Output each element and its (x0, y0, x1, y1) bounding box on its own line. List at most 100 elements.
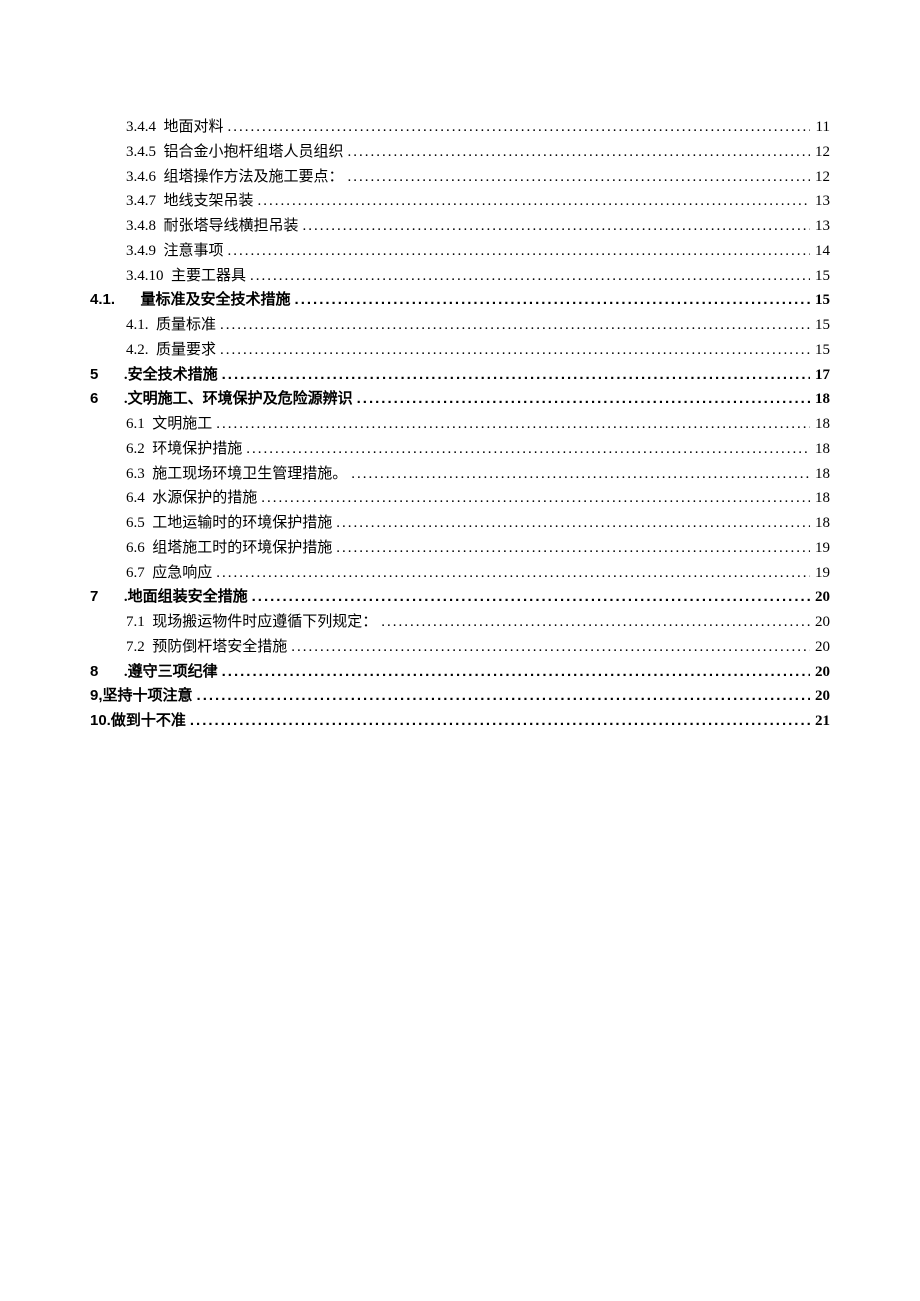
toc-entry-title: .安全技术措施 (124, 367, 218, 383)
toc-entry-label: 7.1 现场搬运物件时应遵循下列规定： (126, 610, 377, 635)
toc-page-number: 15 (810, 313, 830, 338)
toc-entry-label: 3.4.6组塔操作方法及施工要点： (126, 165, 344, 190)
toc-page-number: 20 (810, 585, 830, 610)
toc-entry-title: 铝合金小抱杆组塔人员组织 (164, 144, 344, 160)
toc-leader (347, 462, 810, 487)
toc-page-number: 18 (810, 511, 830, 536)
toc-entry-label: 7.2 预防倒杆塔安全措施 (126, 635, 287, 660)
toc-entry-number: 6.5 (126, 515, 145, 531)
toc-entry-label: 3.4.8 耐张塔导线横担吊装 (126, 214, 299, 239)
toc-entry-label: 6.1文明施工 (126, 412, 212, 437)
toc-leader (377, 610, 810, 635)
toc-leader (246, 264, 810, 289)
toc-entry-number: 6.1 (126, 416, 145, 432)
toc-container: 3.4.4地面对料113.4.5铝合金小抱杆组塔人员组织123.4.6组塔操作方… (90, 115, 830, 734)
toc-page-number: 13 (810, 189, 830, 214)
toc-entry-number: 5 (90, 366, 98, 383)
toc-entry-title: 主要工器具 (171, 268, 246, 284)
toc-entry-number: 7.1 (126, 614, 145, 630)
toc-entry-title: 施工现场环境卫生管理措施。 (152, 466, 347, 482)
toc-page-number: 21 (810, 709, 830, 734)
toc-entry: 3.4.7 地线支架吊装 13 (90, 189, 830, 214)
toc-leader (254, 189, 810, 214)
toc-entry-label: 6.4 水源保护的措施 (126, 486, 257, 511)
toc-entry: 4.1.量标准及安全技术措施15 (90, 288, 830, 313)
toc-entry-title: 组塔施工时的环境保护措施 (152, 540, 332, 556)
toc-entry-number: 4.2. (126, 342, 149, 358)
toc-leader (216, 338, 810, 363)
toc-entry: 3.4.4地面对料11 (90, 115, 830, 140)
toc-entry-title: 预防倒杆塔安全措施 (152, 639, 287, 655)
toc-page-number: 12 (810, 140, 830, 165)
toc-entry-label: 6.2环境保护措施 (126, 437, 242, 462)
toc-page-number: 18 (810, 412, 830, 437)
toc-entry-number: 3.4.6 (126, 169, 156, 185)
toc-leader (257, 486, 810, 511)
toc-leader (218, 660, 810, 685)
toc-entry-label: 4.2.质量要求 (126, 338, 216, 363)
toc-leader (212, 412, 810, 437)
toc-entry-label: 4.1. 质量标准 (126, 313, 216, 338)
toc-page-number: 17 (810, 363, 830, 388)
toc-entry: 7.1现场搬运物件时应遵循下列规定：20 (90, 610, 830, 635)
toc-page-number: 20 (810, 660, 830, 685)
toc-entry: 3.4.10主要工器具15 (90, 264, 830, 289)
toc-entry-number: 3.4.10 (126, 268, 164, 284)
toc-leader (332, 511, 810, 536)
toc-leader (218, 363, 810, 388)
toc-leader (344, 140, 810, 165)
toc-entry-title: 注意事项 (164, 243, 224, 259)
toc-entry-label: 6 .文明施工、环境保护及危险源辨识 (90, 387, 353, 412)
toc-page-number: 18 (810, 437, 830, 462)
toc-entry-label: 8.遵守三项纪律 (90, 660, 218, 685)
toc-entry-number: 6.6 (126, 540, 145, 556)
toc-entry-label: 6.5工地运输时的环境保护措施 (126, 511, 332, 536)
toc-entry: 6.5工地运输时的环境保护措施 18 (90, 511, 830, 536)
toc-leader (216, 313, 810, 338)
toc-entry: 6 .文明施工、环境保护及危险源辨识 18 (90, 387, 830, 412)
toc-entry: 6.3施工现场环境卫生管理措施。18 (90, 462, 830, 487)
toc-entry-number: 6.2 (126, 441, 145, 457)
toc-page-number: 14 (810, 239, 830, 264)
toc-entry-label: 3.4.9注意事项 (126, 239, 224, 264)
toc-entry-label: 3.4.7 地线支架吊装 (126, 189, 254, 214)
toc-entry-title: 水源保护的措施 (152, 490, 257, 506)
toc-entry: 9,坚持十项注意20 (90, 684, 830, 709)
toc-entry-label: 9,坚持十项注意 (90, 684, 193, 709)
toc-entry-number: 10. (90, 712, 111, 729)
toc-entry-title: .文明施工、环境保护及危险源辨识 (124, 391, 353, 407)
toc-entry-label: 3.4.5铝合金小抱杆组塔人员组织 (126, 140, 344, 165)
toc-entry-number: 3.4.8 (126, 218, 156, 234)
toc-leader (193, 684, 810, 709)
toc-entry-title: 现场搬运物件时应遵循下列规定： (152, 614, 377, 630)
toc-entry-label: 3.4.10 主要工器具 (126, 264, 246, 289)
toc-entry: 6.2环境保护措施 18 (90, 437, 830, 462)
toc-entry-number: 6.4 (126, 490, 145, 506)
toc-page-number: 18 (810, 462, 830, 487)
toc-entry-number: 3.4.4 (126, 119, 156, 135)
toc-entry-label: 7.地面组装安全措施 (90, 585, 248, 610)
toc-leader (248, 585, 810, 610)
toc-page-number: 15 (810, 288, 830, 313)
toc-entry: 6.4 水源保护的措施 18 (90, 486, 830, 511)
toc-entry-title: 地面对料 (164, 119, 224, 135)
toc-entry-title: 做到十不准 (111, 713, 186, 729)
toc-entry-number: 3.4.7 (126, 193, 156, 209)
toc-entry-title: 地线支架吊装 (164, 193, 254, 209)
toc-page-number: 12 (810, 165, 830, 190)
toc-entry: 4.1. 质量标准 15 (90, 313, 830, 338)
toc-entry-number: 7.2 (126, 639, 145, 655)
toc-entry: 6.6组塔施工时的环境保护措施19 (90, 536, 830, 561)
toc-entry-title: 耐张塔导线横担吊装 (164, 218, 299, 234)
toc-entry-title: 质量标准 (156, 317, 216, 333)
toc-page-number: 18 (810, 486, 830, 511)
toc-entry-number: 6 (90, 390, 98, 407)
toc-page-number: 18 (810, 387, 830, 412)
toc-entry-number: 8 (90, 663, 98, 680)
toc-entry: 8.遵守三项纪律 20 (90, 660, 830, 685)
toc-page-number: 13 (810, 214, 830, 239)
toc-entry: 6.7应急响应19 (90, 561, 830, 586)
toc-entry: 6.1文明施工 18 (90, 412, 830, 437)
toc-entry-number: 4.1. (126, 317, 149, 333)
toc-entry-title: 应急响应 (152, 565, 212, 581)
